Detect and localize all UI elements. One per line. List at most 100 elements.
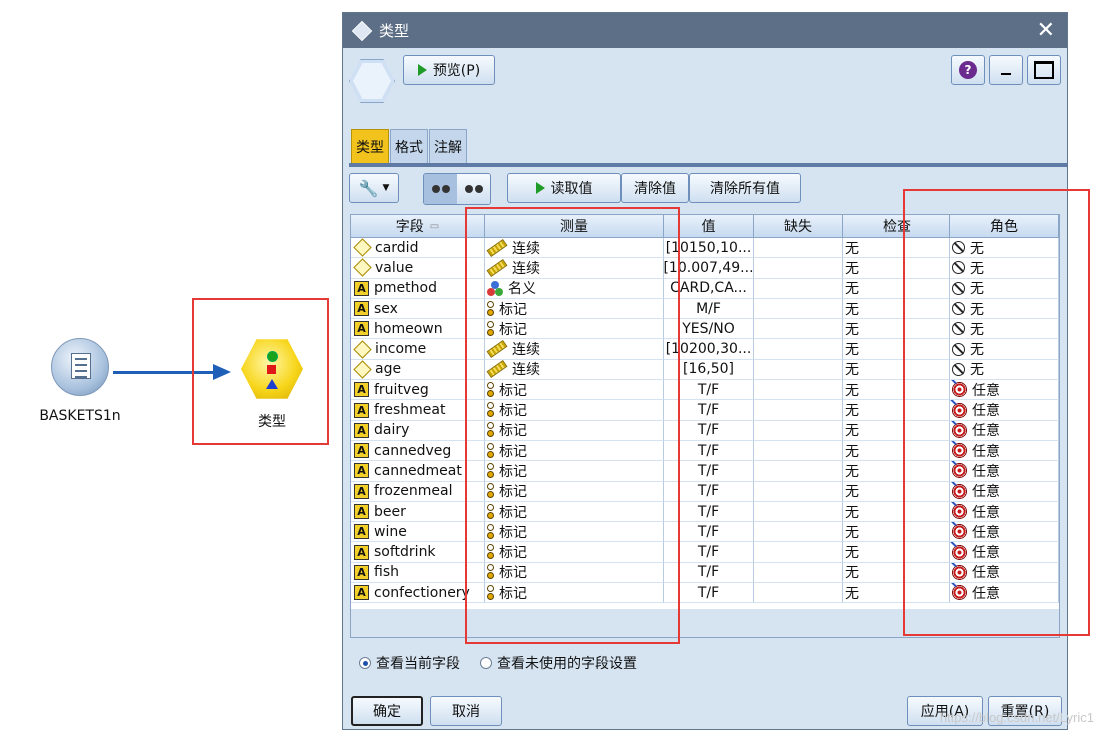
view-unused-label: 查看未使用的字段设置 (497, 656, 637, 672)
maximize-icon (1034, 61, 1054, 79)
wrench-icon: 🔧 (358, 178, 379, 198)
continuous-diamond-icon (353, 360, 372, 379)
read-values-button[interactable]: 读取值 (507, 173, 621, 203)
watermark: https://blog.csdn.net/Lyric1 (939, 710, 1094, 725)
missing-cell[interactable] (754, 339, 843, 360)
field-name: dairy (374, 422, 410, 439)
missing-cell[interactable] (754, 380, 843, 401)
missing-cell[interactable] (754, 400, 843, 421)
string-A-icon: A (354, 544, 369, 560)
type-node-large-icon (349, 59, 395, 103)
string-A-icon: A (354, 483, 369, 499)
continuous-diamond-icon (353, 339, 372, 359)
type-node[interactable]: 类型 (236, 338, 308, 431)
missing-cell[interactable] (754, 522, 843, 543)
dark-glasses-icon (464, 185, 483, 193)
field-name: income (375, 341, 427, 358)
tab-format[interactable]: 格式 (390, 129, 428, 164)
string-A-icon: A (354, 443, 369, 459)
field-name: homeown (374, 320, 443, 337)
string-A-icon: A (354, 321, 369, 337)
tools-menu-button[interactable]: 🔧 ▼ (349, 173, 399, 203)
string-A-icon: A (354, 402, 369, 418)
type-node-label: 类型 (258, 414, 286, 430)
tab-type[interactable]: 类型 (351, 129, 389, 164)
play-icon (417, 64, 427, 76)
missing-cell[interactable] (754, 440, 843, 462)
minimize-button[interactable] (989, 55, 1023, 85)
chevron-down-icon: ▼ (382, 183, 390, 193)
view-current-label: 查看当前字段 (376, 656, 460, 672)
string-A-icon: A (354, 463, 369, 479)
radio-view-unused[interactable] (480, 657, 492, 669)
read-values-label: 读取值 (550, 181, 593, 197)
field-name: cannedmeat (374, 462, 462, 479)
source-node-label: BASKETS1n (39, 408, 121, 424)
highlight-box-role-column (903, 189, 1090, 636)
missing-cell[interactable] (754, 420, 843, 441)
string-A-icon: A (354, 280, 369, 296)
string-A-icon: A (354, 382, 369, 398)
tab-annotations[interactable]: 注解 (429, 129, 467, 164)
field-name: confectionery (374, 584, 470, 601)
missing-cell[interactable] (754, 583, 843, 604)
highlight-box-measure-column (465, 207, 680, 644)
missing-cell[interactable] (754, 562, 843, 584)
clear-all-values-button[interactable]: 清除所有值 (689, 173, 801, 203)
continuous-diamond-icon (353, 238, 372, 257)
field-name: value (375, 259, 414, 276)
string-A-icon: A (354, 504, 369, 519)
field-name: cannedveg (374, 442, 452, 459)
maximize-button[interactable] (1027, 55, 1061, 85)
missing-cell[interactable] (754, 258, 843, 279)
missing-cell[interactable] (754, 238, 843, 259)
string-A-icon: A (354, 524, 369, 540)
preview-button[interactable]: 预览(P) (403, 55, 495, 85)
view-toggle-on[interactable] (424, 174, 457, 204)
field-name: frozenmeal (374, 483, 453, 500)
missing-cell[interactable] (754, 319, 843, 340)
missing-cell[interactable] (754, 501, 843, 523)
field-name: softdrink (374, 544, 436, 561)
help-button[interactable]: ? (951, 55, 985, 85)
clear-values-button[interactable]: 清除值 (621, 173, 689, 203)
string-A-icon: A (354, 585, 369, 601)
minimize-icon (1001, 73, 1011, 75)
missing-cell[interactable] (754, 278, 843, 299)
glasses-icon (431, 185, 450, 193)
missing-cell[interactable] (754, 481, 843, 502)
field-name: fruitveg (374, 381, 429, 398)
sort-icon: ▭ (429, 220, 440, 232)
ok-button[interactable]: 确定 (351, 696, 423, 726)
dialog-title: 类型 (379, 22, 410, 40)
field-name: age (375, 361, 402, 378)
cancel-button[interactable]: 取消 (430, 696, 502, 726)
field-name: cardid (375, 239, 419, 256)
field-name: freshmeat (374, 402, 446, 419)
radio-view-current[interactable] (359, 657, 371, 669)
string-A-icon: A (354, 301, 369, 317)
tab-bar: 类型 格式 注解 (351, 129, 468, 164)
app-logo-icon (351, 20, 373, 41)
view-toggle-group (423, 173, 491, 205)
missing-cell[interactable] (754, 298, 843, 320)
dialog-titlebar: 类型 ✕ (343, 13, 1067, 48)
missing-cell[interactable] (754, 359, 843, 381)
view-options: 查看当前字段 查看未使用的字段设置 (359, 653, 637, 673)
view-toggle-off[interactable] (457, 174, 490, 204)
tab-divider (349, 163, 1067, 167)
string-A-icon: A (354, 422, 369, 438)
source-node-baskets1n[interactable]: BASKETS1n (30, 338, 130, 424)
real-diamond-icon (353, 258, 372, 278)
missing-cell[interactable] (754, 542, 843, 563)
missing-cell[interactable] (754, 461, 843, 482)
field-name: sex (374, 300, 398, 317)
string-A-icon: A (354, 564, 369, 580)
top-toolbar: 预览(P) ? (349, 55, 1061, 105)
field-name: fish (374, 564, 399, 581)
column-header-missing[interactable]: 缺失 (754, 215, 843, 237)
close-icon[interactable]: ✕ (1037, 18, 1055, 43)
type-node-icon (241, 339, 303, 399)
help-icon: ? (959, 61, 977, 79)
database-file-icon (51, 338, 109, 396)
